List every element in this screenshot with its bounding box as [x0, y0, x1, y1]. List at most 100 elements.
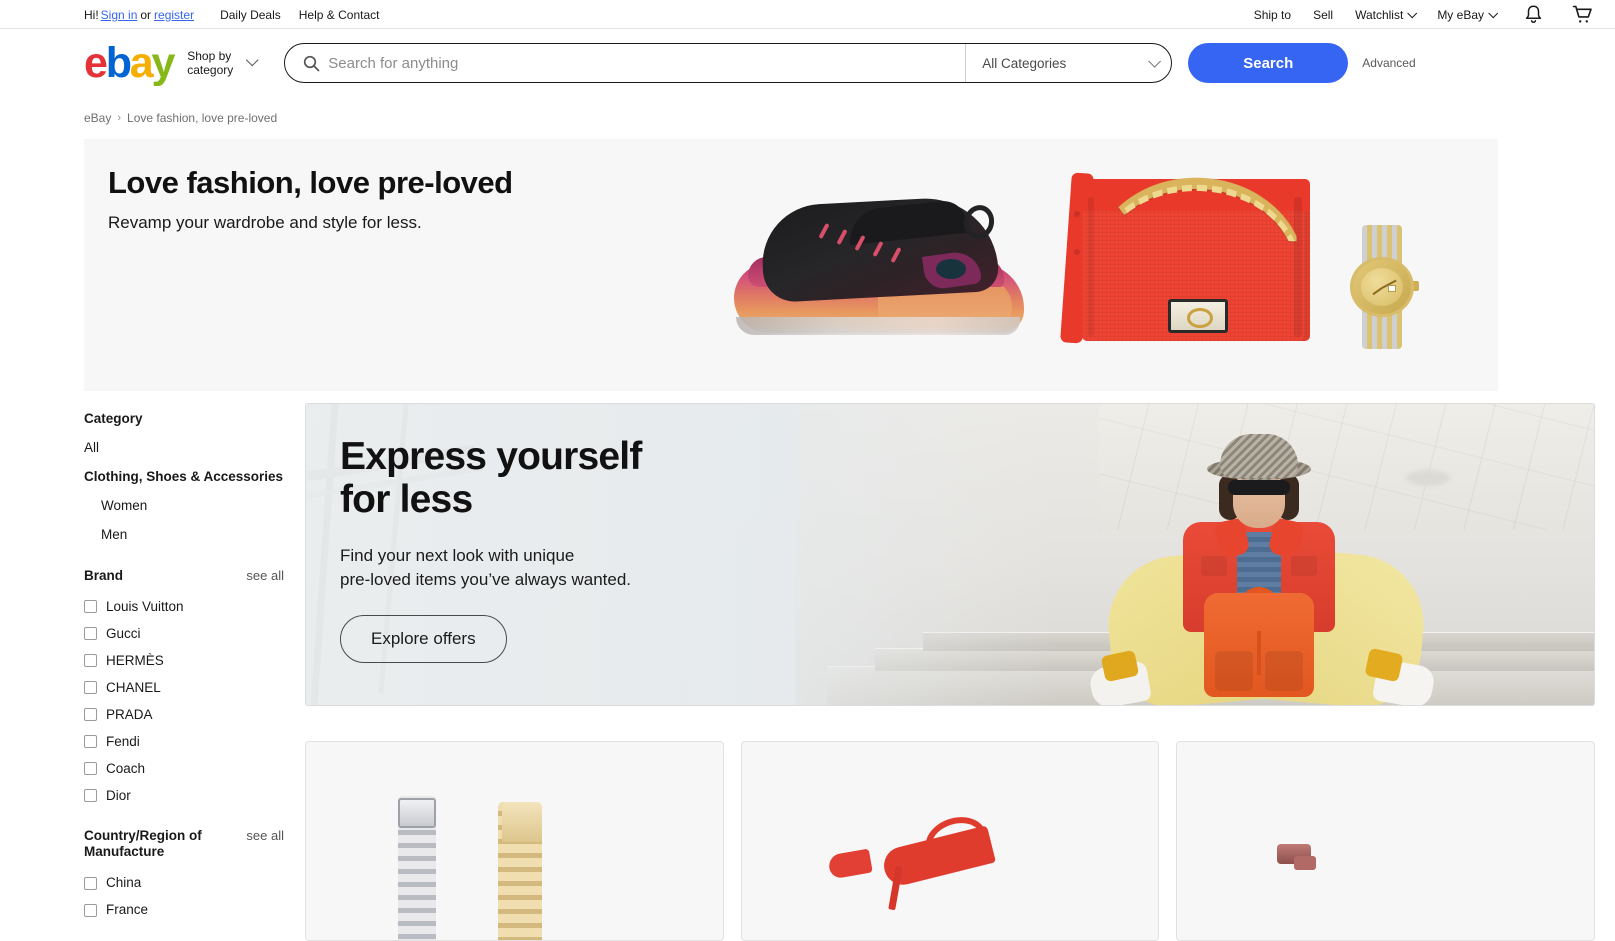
help-contact-link[interactable]: Help & Contact	[299, 8, 380, 22]
model-figure	[1087, 428, 1436, 705]
category-select[interactable]: All Categories	[965, 44, 1171, 82]
explore-offers-button[interactable]: Explore offers	[340, 615, 507, 664]
brand-label: PRADA	[106, 706, 153, 722]
country-checkbox-china[interactable]: China	[84, 873, 284, 893]
logo-letter-y: y	[151, 38, 176, 87]
product-card-watch-bracelets[interactable]	[305, 741, 724, 941]
brand-checkbox-fendi[interactable]: Fendi	[84, 732, 284, 752]
chevron-down-icon	[1407, 8, 1418, 19]
checkbox-icon[interactable]	[84, 735, 97, 748]
country-filter-group: Country/Region of Manufacture see all Ch…	[84, 828, 284, 921]
checkbox-icon[interactable]	[84, 708, 97, 721]
checkbox-icon[interactable]	[84, 789, 97, 802]
category-filter-group: Category All Clothing, Shoes & Accessori…	[84, 411, 284, 544]
card-image	[1177, 782, 1594, 940]
register-link[interactable]: register	[154, 8, 194, 22]
country-see-all-link[interactable]: see all	[246, 828, 284, 843]
brand-label: HERMÈS	[106, 652, 164, 668]
checkbox-icon[interactable]	[84, 681, 97, 694]
utility-bar: Hi! Sign in or register Daily Deals Help…	[0, 0, 1615, 29]
hero-title: Love fashion, love pre-loved	[108, 165, 513, 200]
country-label: China	[106, 875, 142, 891]
checkbox-icon[interactable]	[84, 903, 97, 917]
breadcrumb-item-current: Love fashion, love pre-loved	[127, 111, 278, 125]
promo-title: Express yourself for less	[340, 435, 642, 521]
sidebar-category-all[interactable]: All	[84, 440, 284, 456]
brand-label: Gucci	[106, 625, 141, 641]
brand-filter-group: Brand see all Louis Vuitton Gucci HERMÈS…	[84, 568, 284, 806]
utility-bar-left: Hi! Sign in or register Daily Deals Help…	[84, 8, 379, 22]
watchlist-label: Watchlist	[1355, 7, 1404, 22]
brand-filter-header: Brand see all	[84, 568, 284, 585]
brand-checkbox-louis-vuitton[interactable]: Louis Vuitton	[84, 597, 284, 617]
checkbox-icon[interactable]	[84, 876, 97, 890]
checkbox-icon[interactable]	[84, 600, 97, 613]
or-text: or	[140, 7, 152, 22]
category-select-value: All Categories	[982, 55, 1067, 71]
card-image	[742, 782, 1159, 940]
breadcrumb-item-ebay[interactable]: eBay	[84, 111, 111, 125]
checkbox-icon[interactable]	[84, 627, 97, 640]
product-card-red-heels[interactable]	[740, 741, 1160, 941]
logo-letter-b: b	[105, 38, 132, 87]
brand-label: CHANEL	[106, 679, 161, 695]
search-icon	[285, 55, 328, 72]
cart-button[interactable]	[1571, 4, 1595, 26]
sign-in-link[interactable]: Sign in	[101, 8, 138, 22]
brand-label: Fendi	[106, 733, 140, 749]
logo-letter-e: e	[84, 38, 108, 87]
hero-subtitle: Revamp your wardrobe and style for less.	[108, 212, 422, 232]
product-card-accessory[interactable]	[1176, 741, 1596, 941]
country-checkbox-france[interactable]: France	[84, 900, 284, 920]
my-ebay-label: My eBay	[1437, 7, 1484, 22]
brand-filter-title: Brand	[84, 567, 124, 583]
shopping-cart-icon	[1572, 5, 1592, 23]
site-header: ebay Shop by category All Categories Sea…	[0, 29, 1615, 97]
search-input[interactable]	[328, 44, 966, 82]
brand-label: Dior	[106, 787, 131, 803]
filters-sidebar: Category All Clothing, Shoes & Accessori…	[84, 403, 284, 941]
utility-bar-right: Ship to Sell Watchlist My eBay	[1232, 4, 1595, 26]
country-label: France	[106, 902, 149, 918]
hero-product-images	[718, 139, 1498, 391]
search-button[interactable]: Search	[1188, 43, 1349, 83]
brand-label: Coach	[106, 760, 146, 776]
sidebar-category-clothing-shoes-accessories[interactable]: Clothing, Shoes & Accessories	[84, 469, 284, 485]
category-filter-header: Category	[84, 411, 284, 428]
sell-link[interactable]: Sell	[1313, 8, 1333, 22]
notifications-button[interactable]	[1524, 4, 1543, 25]
brand-checkbox-chanel[interactable]: CHANEL	[84, 678, 284, 698]
brand-see-all-link[interactable]: see all	[246, 568, 284, 583]
search-bar: All Categories	[284, 43, 1173, 83]
ship-to-link[interactable]: Ship to	[1254, 8, 1291, 22]
promo-banner[interactable]: Express yourself for less Find your next…	[305, 403, 1595, 706]
brand-checkbox-coach[interactable]: Coach	[84, 759, 284, 779]
card-image	[306, 782, 723, 940]
ebay-logo[interactable]: ebay	[84, 38, 176, 87]
checkbox-icon[interactable]	[84, 762, 97, 775]
logo-letter-a: a	[129, 38, 154, 87]
promo-content: Express yourself for less Find your next…	[340, 435, 760, 664]
advanced-search-link[interactable]: Advanced	[1362, 56, 1415, 70]
hero-banner[interactable]: Love fashion, love pre-loved Revamp your…	[84, 139, 1498, 391]
brand-label: Louis Vuitton	[106, 598, 184, 614]
checkbox-icon[interactable]	[84, 654, 97, 667]
country-filter-header: Country/Region of Manufacture see all	[84, 828, 284, 862]
promo-subtitle: Find your next look with unique pre-love…	[340, 545, 632, 589]
shop-by-category-button[interactable]: Shop by category	[173, 49, 259, 77]
brand-checkbox-prada[interactable]: PRADA	[84, 705, 284, 725]
sneaker-image	[728, 194, 1028, 336]
breadcrumb: eBay › Love fashion, love pre-loved	[0, 97, 1615, 135]
chevron-down-icon	[1148, 54, 1162, 68]
watchlist-menu[interactable]: Watchlist	[1355, 7, 1418, 22]
country-filter-title: Country/Region of Manufacture	[84, 827, 202, 860]
brand-checkbox-gucci[interactable]: Gucci	[84, 624, 284, 644]
page-content: Category All Clothing, Shoes & Accessori…	[0, 403, 1615, 941]
brand-checkbox-hermes[interactable]: HERMÈS	[84, 651, 284, 671]
product-cards-row	[305, 741, 1596, 941]
sidebar-category-women[interactable]: Women	[84, 498, 284, 514]
sidebar-category-men[interactable]: Men	[84, 527, 284, 543]
my-ebay-menu[interactable]: My eBay	[1437, 7, 1499, 22]
daily-deals-link[interactable]: Daily Deals	[220, 8, 281, 22]
brand-checkbox-dior[interactable]: Dior	[84, 786, 284, 806]
